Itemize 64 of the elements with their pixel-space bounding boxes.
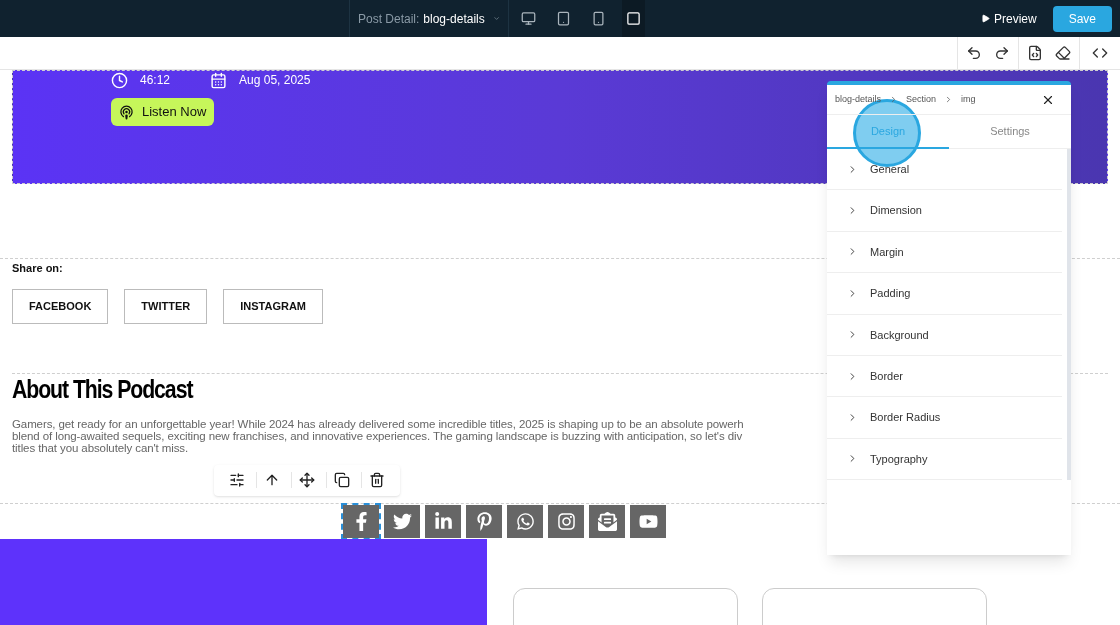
instagram-tile[interactable] [548,504,584,538]
accordion-row[interactable]: Typography [827,438,1062,481]
share-label: Share on: [12,261,64,276]
podcast-icon [119,104,134,120]
accordion-row[interactable]: Margin [827,231,1062,274]
accordion-label: General [870,161,910,177]
twitter-icon [392,511,412,531]
youtube-tile[interactable] [630,504,666,538]
pinterest-icon [474,511,494,531]
linkedin-icon [433,511,453,531]
accordion-label: Typography [870,451,928,467]
accordion-label: Margin [870,244,904,260]
trash-icon[interactable] [369,472,385,488]
page-label: Post Detail: [358,10,420,28]
listen-now-button[interactable]: Listen Now [111,98,215,126]
about-title: About This Podcast [12,373,194,404]
monitor-icon [521,11,536,26]
duration-text: 46:12 [140,72,171,89]
breadcrumb-item[interactable]: blog-details [835,92,882,107]
accordion-row[interactable]: Border Radius [827,397,1062,439]
redo-icon[interactable] [994,45,1010,61]
accordion-label: Border [870,368,904,384]
clock-icon [111,71,128,89]
square-icon [626,11,641,26]
phone-icon [591,11,606,26]
preview-button[interactable]: Preview [980,9,1037,28]
instagram-icon [556,511,576,531]
copy-icon[interactable] [334,472,350,488]
panel-tab[interactable]: Settings [949,115,1071,149]
pinterest-tile[interactable] [466,504,502,538]
date-text: Aug 05, 2025 [239,72,311,89]
envelope-icon [597,511,617,531]
about-paragraph: Gamers, get ready for an unforgettable year! While 2024 has already delivered some incredible titles, 2025 is shaping up to be an absolute powerh blend of long-awaited sequels, exciting new franchises, and innovative experiences. The gaming landscape is buzzing with anticipation, so let's div titles that you absolutely can't miss. [12,417,745,454]
move-icon[interactable] [299,472,315,488]
whatsapp-icon [515,511,535,531]
tablet-icon [556,11,571,26]
envelope-tile[interactable] [589,504,625,538]
accordion-row[interactable]: Background [827,314,1062,356]
code-icon[interactable] [1092,45,1108,61]
accordion-label: Border Radius [870,410,941,426]
undo-icon[interactable] [966,45,982,61]
accordion-row[interactable]: Padding [827,273,1062,315]
code-file-icon[interactable] [1027,45,1043,61]
calendar-icon [210,71,228,89]
twitter-tile[interactable] [384,504,420,538]
square-view-button[interactable] [622,0,645,37]
accordion-row[interactable]: General [827,149,1062,191]
accordion-label: Background [870,327,929,343]
breadcrumb-item[interactable]: img [961,92,976,107]
eraser-icon[interactable] [1055,45,1071,61]
accordion-label: Dimension [870,203,922,219]
breadcrumb-item[interactable]: Section [906,92,937,107]
share-button[interactable]: FACEBOOK [12,288,109,324]
facebook-tile[interactable] [343,504,379,538]
share-button[interactable]: INSTAGRAM [223,288,324,324]
share-button[interactable]: TWITTER [124,288,208,324]
page-name[interactable]: blog-details [423,9,485,28]
sliders-icon[interactable] [229,472,245,488]
linkedin-tile[interactable] [425,504,461,538]
accordion-row[interactable]: Border [827,355,1062,398]
whatsapp-tile[interactable] [507,504,543,538]
accordion-row[interactable]: Dimension [827,190,1062,232]
accordion-label: Padding [870,286,911,302]
play-icon [980,14,990,23]
